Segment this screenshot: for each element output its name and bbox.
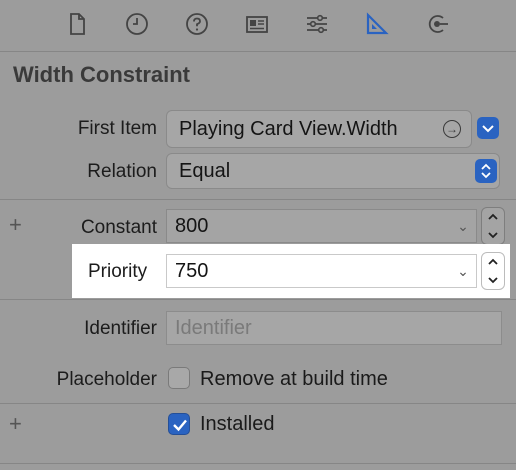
increment-arrow-icon[interactable] <box>482 253 504 271</box>
first-item-value: Playing Card View.Width <box>179 117 398 140</box>
quick-help-icon[interactable] <box>182 9 212 39</box>
chevron-down-icon[interactable]: ⌄ <box>450 263 476 280</box>
installed-label: Installed <box>200 413 275 435</box>
chevron-down-icon[interactable]: ⌄ <box>450 218 476 235</box>
first-item-field[interactable]: Playing Card View.Width → <box>166 110 472 148</box>
priority-stepper[interactable] <box>481 252 505 290</box>
section-title: Width Constraint <box>13 62 190 87</box>
relation-value: Equal <box>179 159 231 182</box>
connections-inspector-icon[interactable] <box>422 9 452 39</box>
constant-value: 800 <box>175 214 209 237</box>
priority-label: Priority <box>88 261 148 282</box>
priority-highlight: Priority 750 ⌄ <box>72 244 510 298</box>
decrement-arrow-icon[interactable] <box>482 226 504 244</box>
chevron-down-icon <box>482 125 494 133</box>
constant-stepper[interactable] <box>481 207 505 245</box>
first-item-label: First Item <box>77 118 157 139</box>
first-item-popup-button[interactable] <box>477 117 499 139</box>
arrow-right-circle-icon[interactable]: → <box>443 120 461 138</box>
inspector-toolbar <box>0 0 516 50</box>
identity-inspector-icon[interactable] <box>242 9 272 39</box>
divider <box>0 299 516 300</box>
file-inspector-icon[interactable] <box>62 9 92 39</box>
divider <box>0 463 516 464</box>
up-down-chevron-icon <box>481 163 491 179</box>
divider <box>0 403 516 404</box>
size-inspector-icon[interactable] <box>362 9 392 39</box>
identifier-label: Identifier <box>84 318 157 339</box>
attributes-inspector-icon[interactable] <box>302 9 332 39</box>
relation-label: Relation <box>87 161 157 182</box>
divider <box>0 199 516 200</box>
constant-combo[interactable]: 800 ⌄ <box>166 209 477 243</box>
add-installed-variation-button[interactable]: + <box>9 411 22 437</box>
remove-at-build-time-label: Remove at build time <box>200 368 388 390</box>
remove-at-build-time-checkbox[interactable] <box>168 367 190 389</box>
relation-popup-button[interactable] <box>475 159 497 183</box>
increment-arrow-icon[interactable] <box>482 208 504 226</box>
placeholder-label: Placeholder <box>56 369 157 390</box>
decrement-arrow-icon[interactable] <box>482 271 504 289</box>
identifier-field[interactable]: Identifier <box>166 311 502 345</box>
history-inspector-icon[interactable] <box>122 9 152 39</box>
checkmark-icon <box>173 419 187 432</box>
identifier-placeholder: Identifier <box>175 316 252 339</box>
priority-value: 750 <box>175 259 209 282</box>
relation-popup[interactable]: Equal <box>166 153 500 189</box>
constant-label: Constant <box>80 217 157 238</box>
toolbar-divider <box>0 51 516 52</box>
installed-checkbox[interactable] <box>168 413 190 435</box>
priority-combo[interactable]: 750 ⌄ <box>166 254 477 288</box>
